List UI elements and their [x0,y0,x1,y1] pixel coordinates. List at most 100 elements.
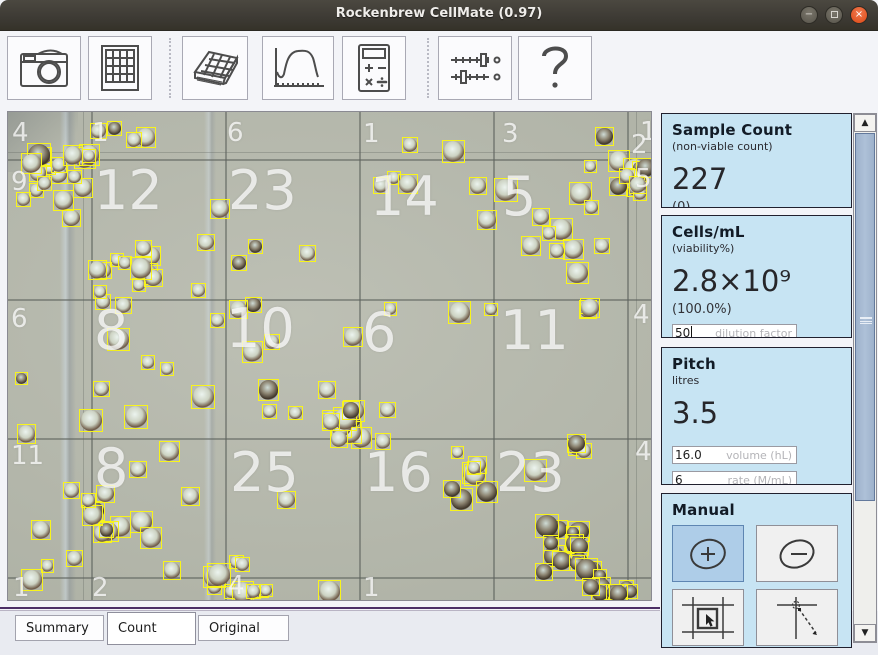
maximize-icon [831,11,838,18]
viability-value: (100.0%) [672,302,841,317]
volume-input[interactable]: 16.0 volume (hL) [672,446,797,464]
cell-detection-box [494,178,518,202]
window-controls: − × [800,6,868,24]
calculator-button[interactable] [342,36,406,100]
cell-detection-box [246,584,261,599]
cell-detection-box [96,485,114,503]
cell-detection-box [288,406,302,420]
cell-detection-box [90,123,106,139]
help-button[interactable] [518,36,592,100]
cell-detection-box [37,176,52,191]
grid-overlay-button[interactable] [88,36,152,100]
minimize-button[interactable]: − [800,6,818,24]
cell-detection-box [379,402,395,418]
cell-detection-box [402,137,418,153]
hemocytometer-button[interactable] [182,36,248,100]
response-curve-button[interactable] [262,36,334,100]
cells-per-ml-panel: Cells/mL (viability%) 2.8×10⁹ (100.0%) 5… [661,215,852,338]
sidebar-scrollbar[interactable]: ▲ ▼ [853,113,877,643]
grid-count-label: 4 [635,439,652,465]
capture-button[interactable] [7,36,81,100]
grid-count-label: 2 [92,575,109,601]
dilution-factor-input[interactable]: 50 dilution factor [672,324,797,338]
cell-detection-box [566,262,588,284]
settings-button[interactable] [438,36,512,100]
grid-count-label: 1 [640,119,652,145]
select-region-icon [680,595,736,641]
cell-detection-box [163,561,181,579]
rate-input[interactable]: 6 rate (M/mL) [672,471,797,485]
cell-detection-box [595,127,614,146]
grid-count-label: 6 [227,120,244,146]
cell-detection-box [210,313,225,328]
measure-distance-button[interactable] [756,589,838,646]
cell-detection-box [107,121,121,135]
question-mark-icon [538,42,572,94]
pitch-value: 3.5 [672,396,841,430]
cell-detection-box [242,341,264,363]
hemocytometer-book-icon [189,46,241,90]
scroll-up-button[interactable]: ▲ [854,114,876,132]
panel-title: Pitch [672,355,841,373]
tab-label: Count [118,621,157,636]
toolbar-separator [169,38,171,98]
tab-summary[interactable]: Summary [15,615,104,641]
cell-detection-box [384,302,397,315]
cell-detection-box [235,557,250,572]
count-image-canvas[interactable]: 12231458106118251623416131295641141241 [7,111,652,601]
scroll-down-button[interactable]: ▼ [854,624,876,642]
grid-count-label: 6 [11,306,28,332]
grid-count-label: 4 [633,302,650,328]
grid-count-label: 12 [94,164,163,218]
sample-count-panel: Sample Count (non-viable count) 227 (0) [661,113,852,208]
cell-detection-box [532,208,551,227]
cell-detection-box [17,424,36,443]
cell-detection-box [477,210,497,230]
close-button[interactable]: × [850,6,868,24]
cell-detection-box [521,236,541,256]
cells-per-ml-value: 2.8×10⁹ [672,264,841,298]
cell-detection-box [549,243,566,260]
grid-count-label: 11 [500,304,569,358]
input-placeholder: rate (M/mL) [728,474,792,485]
toolbar-separator [427,38,429,98]
cell-detection-box [258,379,279,400]
sliders-icon [447,46,503,90]
cell-detection-box [542,226,556,240]
select-region-button[interactable] [672,589,744,646]
cell-detection-box [264,334,280,350]
cell-detection-box [451,446,464,459]
window-title: Rockenbrew CellMate (0.97) [0,6,878,21]
panel-subtitle: (viability%) [672,242,841,255]
cell-detection-box [584,160,597,173]
image-streak [204,112,216,600]
cell-detection-box [191,283,206,298]
scrollbar-thumb[interactable] [855,133,875,501]
cell-detection-box [21,153,42,174]
cell-detection-box [15,372,29,386]
cell-detection-box [299,245,316,262]
input-placeholder: volume (hL) [726,449,792,462]
cell-detection-box [448,301,471,324]
maximize-button[interactable] [825,6,843,24]
cell-detection-box [62,209,80,227]
cell-detection-box [140,527,162,549]
pitch-panel: Pitch litres 3.5 16.0 volume (hL) 6 rate… [661,347,852,485]
cell-detection-box [21,569,43,591]
minimize-icon: − [805,9,813,20]
add-cell-button[interactable] [672,525,744,582]
app-window: Rockenbrew CellMate (0.97) − × [0,0,878,655]
panel-title: Sample Count [672,121,841,139]
tab-original[interactable]: Original [198,615,289,641]
grid-photo-icon [98,44,142,92]
cell-detection-box [373,177,390,194]
cell-detection-box [79,409,102,432]
cell-detection-box [442,140,465,163]
cell-detection-box [343,327,363,347]
cell-detection-box [535,563,553,581]
cell-detection-box [375,433,392,450]
cell-detection-box [543,535,559,551]
cell-detection-box [210,199,230,219]
remove-cell-button[interactable] [756,525,838,582]
tab-count[interactable]: Count [107,612,196,645]
